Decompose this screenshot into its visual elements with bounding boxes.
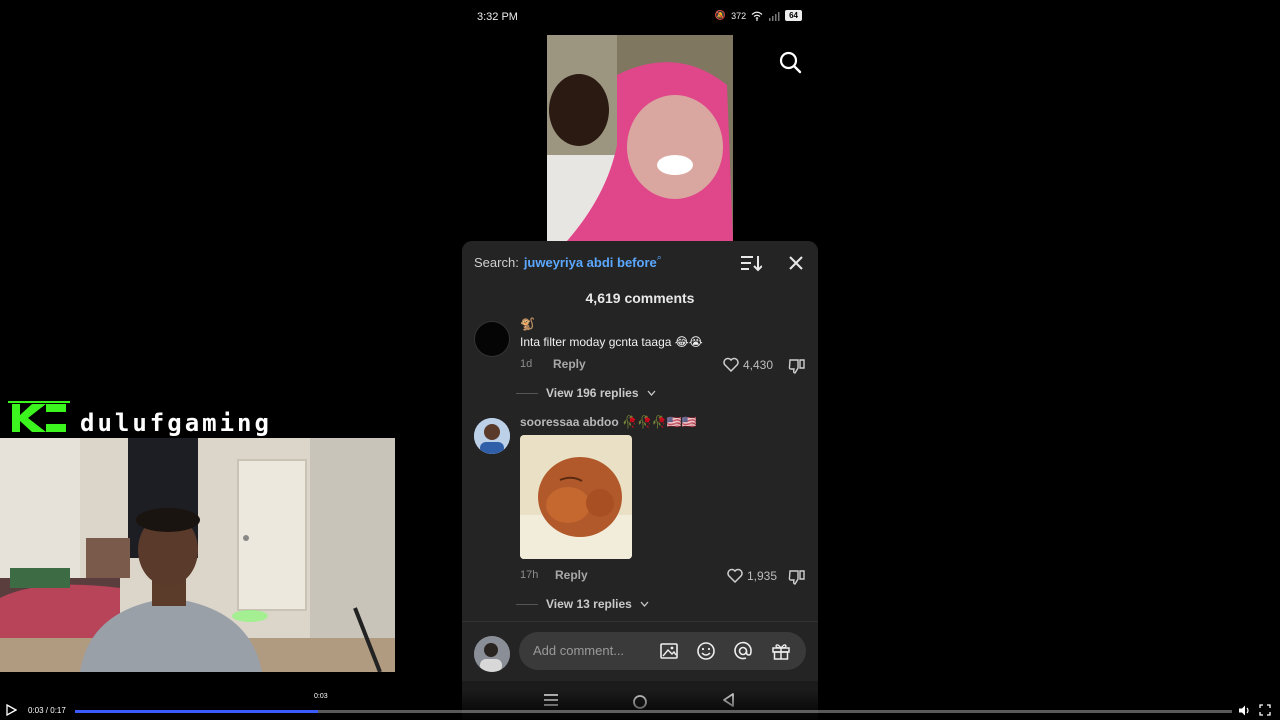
status-time: 3:32 PM <box>477 11 518 23</box>
seek-bar[interactable] <box>75 710 1232 713</box>
phone-screen: 3:32 PM 🔕 372 64 Search: juweyriya abdi … <box>462 0 818 720</box>
view-replies-label: View 196 replies <box>546 386 639 400</box>
comment-username[interactable]: 🐒 <box>520 317 535 331</box>
video-thumbnail[interactable] <box>547 35 733 241</box>
chevron-down-icon <box>640 601 649 607</box>
sort-icon[interactable] <box>740 253 762 273</box>
battery-indicator: 64 <box>785 10 802 21</box>
divider-line <box>516 603 538 605</box>
chevron-down-icon <box>647 390 656 396</box>
comment-time: 1d <box>520 358 533 370</box>
seek-bar-progress <box>75 710 318 713</box>
wifi-icon <box>751 11 763 21</box>
my-avatar[interactable] <box>474 636 510 672</box>
search-query-row[interactable]: Search: juweyriya abdi before ⌕ <box>474 252 662 270</box>
search-icon[interactable] <box>778 50 802 74</box>
volume-icon[interactable] <box>1238 704 1251 717</box>
video-frame-image <box>547 35 733 241</box>
like-button[interactable]: 1,935 <box>727 568 777 583</box>
image-icon[interactable] <box>659 641 679 661</box>
dislike-icon[interactable] <box>788 357 806 375</box>
reply-button[interactable]: Reply <box>555 568 588 582</box>
net-speed: 372 <box>731 10 747 21</box>
comment-text: Inta filter moday gcnta taaga 😂😭 <box>520 335 703 349</box>
bell-off-icon: 🔕 <box>714 10 727 20</box>
like-count: 1,935 <box>747 568 778 583</box>
comment-username[interactable]: sooressaa abdoo 🥀🥀🥀🇺🇸🇺🇸 <box>520 415 697 429</box>
view-replies-button[interactable]: View 196 replies <box>516 386 656 400</box>
webcam-feed <box>0 438 395 672</box>
hover-time-tooltip: 0:03 <box>314 693 328 700</box>
heart-icon <box>723 357 739 372</box>
signal-icon <box>769 11 780 21</box>
channel-logo <box>6 401 72 435</box>
comment-image[interactable] <box>520 435 632 559</box>
avatar[interactable] <box>474 321 510 357</box>
playback-time: 0:03 / 0:17 <box>28 706 66 715</box>
heart-icon <box>727 568 743 583</box>
small-search-icon: ⌕ <box>656 252 662 262</box>
avatar[interactable] <box>474 418 510 454</box>
add-comment-placeholder: Add comment... <box>533 643 625 658</box>
add-comment-input[interactable]: Add comment... <box>519 632 806 670</box>
channel-name: dulufgaming <box>80 409 272 437</box>
emoji-icon[interactable] <box>696 641 716 661</box>
webcam-image <box>0 438 395 672</box>
dislike-icon[interactable] <box>788 568 806 586</box>
view-replies-label: View 13 replies <box>546 597 632 611</box>
comment-input-bar: Add comment... <box>462 621 818 681</box>
like-button[interactable]: 4,430 <box>723 357 773 372</box>
like-count: 4,430 <box>743 357 774 372</box>
gift-icon[interactable] <box>771 641 791 661</box>
comment-time: 17h <box>520 569 539 581</box>
comments-sheet: Search: juweyriya abdi before ⌕ 4,619 co… <box>462 241 818 720</box>
search-term-link[interactable]: juweyriya abdi before <box>524 255 657 270</box>
view-replies-button[interactable]: View 13 replies <box>516 597 649 611</box>
search-label: Search: <box>474 255 519 270</box>
status-bar: 3:32 PM 🔕 372 64 <box>462 0 818 34</box>
reply-button[interactable]: Reply <box>553 357 586 371</box>
comments-count: 4,619 comments <box>585 290 695 306</box>
video-player-controls: 0:03 / 0:17 0:03 <box>0 690 1280 720</box>
close-icon[interactable] <box>787 254 805 272</box>
fullscreen-icon[interactable] <box>1259 704 1271 716</box>
divider-line <box>516 392 538 394</box>
play-icon[interactable] <box>5 704 17 716</box>
status-icons: 🔕 372 64 <box>715 10 802 21</box>
mention-icon[interactable] <box>733 641 753 661</box>
